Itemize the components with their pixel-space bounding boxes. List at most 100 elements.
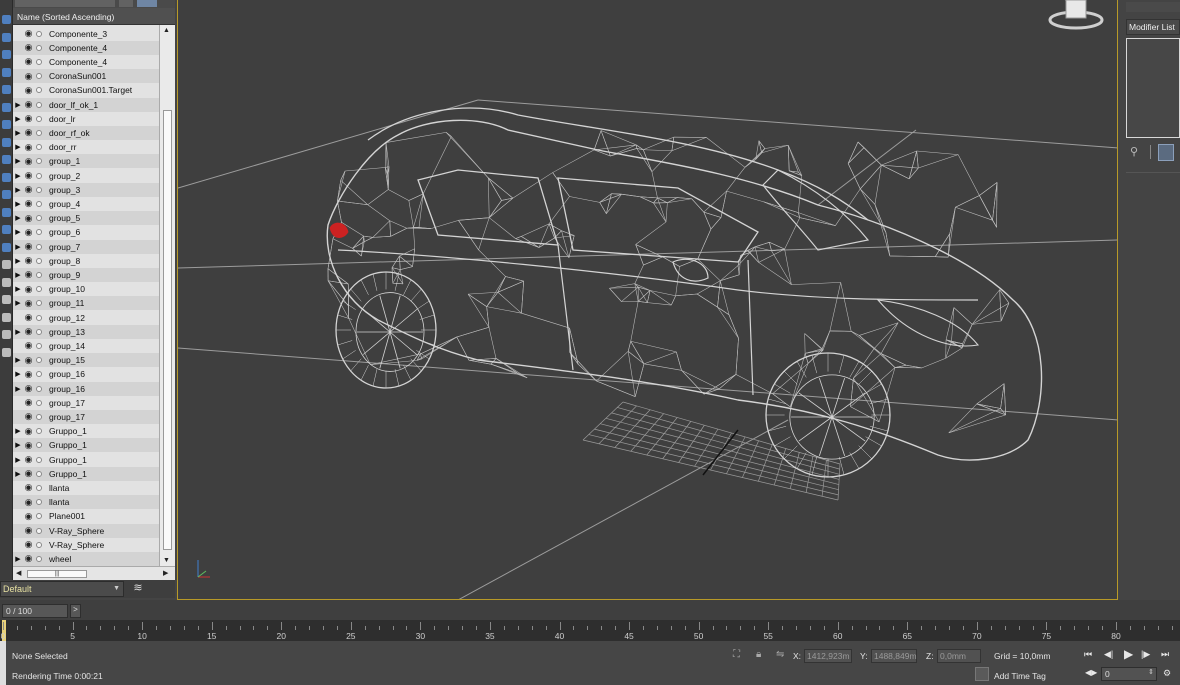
go-to-end-icon[interactable]: ⏭ — [1161, 649, 1169, 660]
visibility-eye-icon[interactable]: ◉ — [23, 482, 34, 493]
isolate-selection-icon[interactable]: ⛶ — [733, 649, 740, 660]
visibility-eye-icon[interactable]: ◉ — [23, 198, 34, 209]
list-item[interactable]: ◉ group_12 — [13, 311, 159, 325]
visibility-eye-icon[interactable]: ◉ — [23, 227, 34, 238]
list-item[interactable]: ◉ V-Ray_Sphere — [13, 538, 159, 552]
visibility-eye-icon[interactable]: ◉ — [23, 553, 34, 564]
expand-arrow-icon[interactable]: ▶ — [13, 157, 23, 165]
list-item[interactable]: ▶ ◉ group_16 — [13, 367, 159, 381]
list-item[interactable]: ▶ ◉ group_15 — [13, 353, 159, 368]
expand-arrow-icon[interactable]: ▶ — [13, 328, 23, 336]
expand-arrow-icon[interactable]: ▶ — [13, 427, 23, 435]
visibility-eye-icon[interactable]: ◉ — [23, 241, 34, 252]
layer-dropdown[interactable]: Default ▼ — [0, 581, 124, 597]
expand-arrow-icon[interactable]: ▶ — [13, 186, 23, 194]
explorer-filter-icon[interactable] — [1, 119, 12, 130]
visibility-eye-icon[interactable]: ◉ — [23, 326, 34, 337]
visibility-eye-icon[interactable]: ◉ — [23, 99, 34, 110]
explorer-filter-icon[interactable] — [1, 14, 12, 25]
visibility-eye-icon[interactable]: ◉ — [23, 440, 34, 451]
spinner-icon[interactable]: ⇕ — [1148, 668, 1154, 676]
timeline-track[interactable]: 0 5 10 15 20 25 30 35 40 45 50 55 60 65 70 75 80 — [0, 620, 1180, 641]
scrollbar-thumb[interactable] — [163, 110, 172, 550]
list-item[interactable]: ▶ ◉ group_8 — [13, 254, 159, 268]
layers-icon[interactable]: ≋ — [130, 581, 146, 597]
visibility-eye-icon[interactable]: ◉ — [23, 525, 34, 536]
go-to-start-icon[interactable]: ⏮ — [1084, 649, 1092, 660]
play-icon[interactable]: ▶ — [1124, 647, 1133, 661]
list-item[interactable]: ◉ group_17 — [13, 396, 159, 410]
pin-stack-icon[interactable]: ⚲ — [1130, 145, 1138, 158]
add-time-tag-button[interactable]: Add Time Tag — [994, 671, 1046, 681]
expand-arrow-icon[interactable]: ▶ — [13, 441, 23, 449]
explorer-filter-icon[interactable] — [1, 329, 12, 340]
list-item[interactable]: ▶ ◉ group_16 — [13, 381, 159, 396]
list-item[interactable]: ◉ CoronaSun001.Target — [13, 83, 159, 97]
expand-arrow-icon[interactable]: ▶ — [13, 257, 23, 265]
expand-arrow-icon[interactable]: ▶ — [13, 101, 23, 109]
expand-arrow-icon[interactable]: ▶ — [13, 214, 23, 222]
key-mode-icon[interactable]: ◀▶ — [1085, 668, 1097, 677]
visibility-eye-icon[interactable]: ◉ — [23, 127, 34, 138]
expand-arrow-icon[interactable]: ▶ — [13, 271, 23, 279]
modifier-stack[interactable] — [1126, 38, 1180, 138]
next-frame-button[interactable]: > — [70, 604, 81, 618]
visibility-eye-icon[interactable]: ◉ — [23, 184, 34, 195]
list-item[interactable]: ▶ ◉ Gruppo_1 — [13, 453, 159, 467]
list-item[interactable]: ▶ ◉ door_lf_ok_1 — [13, 97, 159, 112]
explorer-filter-icon[interactable] — [1, 312, 12, 323]
list-item[interactable]: ◉ llanta — [13, 495, 159, 510]
list-item[interactable]: ▶ ◉ wheel — [13, 551, 159, 566]
visibility-eye-icon[interactable]: ◉ — [23, 42, 34, 53]
list-item[interactable]: ▶ ◉ group_4 — [13, 197, 159, 211]
expand-arrow-icon[interactable]: ▶ — [13, 456, 23, 464]
list-item[interactable]: ▶ ◉ Gruppo_1 — [13, 466, 159, 481]
explorer-filter-icon[interactable] — [1, 137, 12, 148]
expand-arrow-icon[interactable]: ▶ — [13, 200, 23, 208]
visibility-eye-icon[interactable]: ◉ — [23, 539, 34, 550]
maxscript-listener[interactable] — [0, 641, 6, 685]
visibility-eye-icon[interactable]: ◉ — [23, 511, 34, 522]
scrollbar-thumb[interactable]: ||| — [27, 570, 87, 578]
expand-arrow-icon[interactable]: ▶ — [13, 115, 23, 123]
visibility-eye-icon[interactable]: ◉ — [23, 255, 34, 266]
explorer-vertical-scrollbar[interactable]: ▲ ▼ — [159, 25, 175, 566]
perspective-viewport[interactable] — [177, 0, 1118, 600]
explorer-filter-icon[interactable] — [1, 277, 12, 288]
explorer-filter-icon[interactable] — [1, 207, 12, 218]
list-item[interactable]: ▶ ◉ group_11 — [13, 296, 159, 311]
scroll-up-arrow-icon[interactable]: ▲ — [163, 27, 170, 34]
show-end-result-icon[interactable] — [1158, 144, 1174, 161]
list-item[interactable]: ▶ ◉ Gruppo_1 — [13, 424, 159, 438]
list-item[interactable]: ◉ Componente_4 — [13, 40, 159, 55]
x-coord-field[interactable]: 1412,923m — [804, 649, 852, 663]
lock-selection-icon[interactable]: 🔒︎ — [756, 649, 761, 660]
modifier-list-dropdown[interactable]: Modifier List — [1126, 19, 1180, 35]
expand-arrow-icon[interactable]: ▶ — [13, 555, 23, 563]
list-item[interactable]: ▶ ◉ Gruppo_1 — [13, 438, 159, 453]
visibility-eye-icon[interactable]: ◉ — [23, 355, 34, 366]
visibility-eye-icon[interactable]: ◉ — [23, 269, 34, 280]
explorer-filter-icon[interactable] — [1, 259, 12, 270]
list-item[interactable]: ▶ ◉ door_rf_ok — [13, 125, 159, 141]
explorer-filter-icon[interactable] — [1, 172, 12, 183]
list-item[interactable]: ▶ ◉ door_lr — [13, 112, 159, 126]
visibility-eye-icon[interactable]: ◉ — [23, 71, 34, 82]
previous-frame-icon[interactable]: ◀| — [1104, 649, 1113, 660]
explorer-filter-icon[interactable] — [1, 189, 12, 200]
visibility-eye-icon[interactable]: ◉ — [23, 411, 34, 422]
scroll-left-arrow-icon[interactable]: ◀ — [16, 569, 21, 577]
list-item[interactable]: ▶ ◉ door_rr — [13, 140, 159, 154]
list-item[interactable]: ▶ ◉ group_3 — [13, 182, 159, 197]
expand-arrow-icon[interactable]: ▶ — [13, 470, 23, 478]
current-frame-field[interactable]: 0 ⇕ — [1101, 667, 1157, 681]
next-frame-icon[interactable]: |▶ — [1141, 649, 1150, 660]
expand-arrow-icon[interactable]: ▶ — [13, 299, 23, 307]
list-item[interactable]: ◉ CoronaSun001 — [13, 69, 159, 84]
visibility-eye-icon[interactable]: ◉ — [23, 383, 34, 394]
visibility-eye-icon[interactable]: ◉ — [23, 284, 34, 295]
visibility-eye-icon[interactable]: ◉ — [23, 312, 34, 323]
expand-arrow-icon[interactable]: ▶ — [13, 129, 23, 137]
explorer-filter-icon[interactable] — [1, 49, 12, 60]
expand-arrow-icon[interactable]: ▶ — [13, 143, 23, 151]
